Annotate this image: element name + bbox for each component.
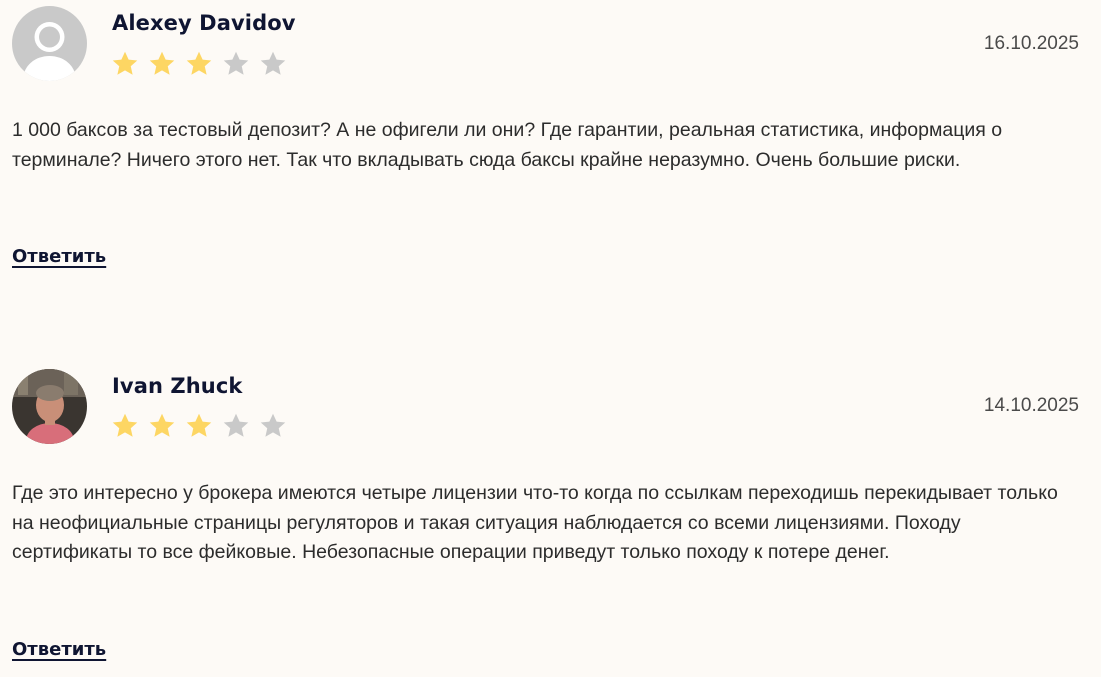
star-icon	[112, 51, 138, 75]
user-photo-icon	[12, 369, 87, 444]
review-date: 16.10.2025	[983, 33, 1079, 54]
reply-button[interactable]: Ответить	[12, 246, 106, 267]
star-icon	[223, 413, 249, 437]
star-icon	[149, 51, 175, 75]
star-icon	[260, 51, 286, 75]
star-icon	[186, 413, 212, 437]
default-user-icon	[12, 6, 87, 81]
review-author: Alexey Davidov	[112, 11, 296, 35]
star-icon	[186, 51, 212, 75]
rating-stars	[110, 411, 288, 441]
review-date: 14.10.2025	[983, 395, 1079, 416]
rating-stars	[110, 49, 288, 79]
review-text: Где это интересно у брокера имеются четы…	[12, 482, 1058, 563]
review-text: 1 000 баксов за тестовый депозит? А не о…	[12, 119, 1003, 171]
star-icon	[149, 413, 175, 437]
review-author: Ivan Zhuck	[112, 374, 243, 398]
star-icon	[260, 413, 286, 437]
reply-button[interactable]: Ответить	[12, 639, 106, 660]
avatar	[12, 369, 87, 444]
star-icon	[223, 51, 249, 75]
avatar	[12, 6, 87, 81]
star-icon	[112, 413, 138, 437]
